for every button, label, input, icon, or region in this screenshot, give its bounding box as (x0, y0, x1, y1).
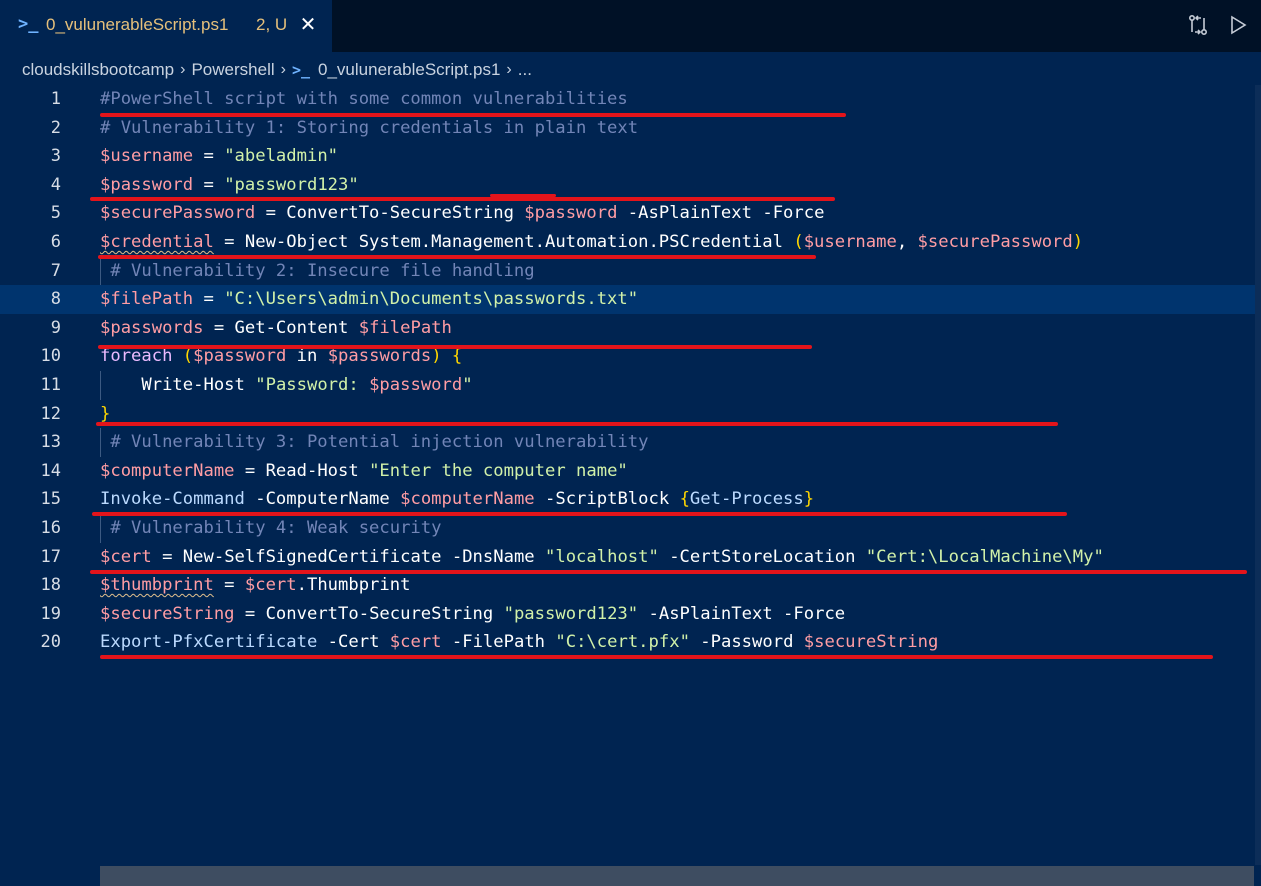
code-text: # Vulnerability 2: Insecure file handlin… (100, 260, 535, 281)
breadcrumb-item[interactable]: 0_vulunerableScript.ps1 (318, 60, 500, 80)
line-number: 18 (40, 575, 61, 596)
breadcrumb-item[interactable]: cloudskillsbootcamp (22, 60, 174, 80)
code-text: $passwords = Get-Content $filePath (100, 317, 452, 338)
close-icon[interactable]: ✕ (299, 13, 317, 35)
annotation-underline (100, 655, 1213, 659)
line-number: 3 (50, 146, 61, 167)
code-text: $computerName = Read-Host "Enter the com… (100, 460, 628, 481)
breadcrumb-item[interactable]: ... (518, 60, 532, 80)
line-number: 17 (40, 546, 61, 567)
code-line[interactable]: 15 Invoke-Command -ComputerName $computer… (0, 485, 1258, 514)
editor-tab[interactable]: >_ 0_vulunerableScript.ps1 2, U ✕ (0, 0, 332, 52)
git-compare-icon[interactable] (1185, 12, 1211, 38)
line-number: 11 (40, 375, 61, 395)
code-text: $username = "abeladmin" (100, 146, 339, 167)
breadcrumb-item[interactable]: Powershell (191, 60, 274, 80)
code-text: #PowerShell script with some common vuln… (100, 89, 628, 109)
code-line[interactable]: 3 $username = "abeladmin" (0, 142, 1258, 171)
run-play-icon[interactable] (1225, 12, 1251, 38)
line-number: 9 (50, 317, 61, 338)
code-text: Export-PfxCertificate -Cert $cert -FileP… (100, 632, 939, 653)
code-line[interactable]: 18 $thumbprint = $cert.Thumbprint (0, 571, 1258, 600)
code-text: $thumbprint = $cert.Thumbprint (100, 575, 411, 596)
chevron-right-icon: › (180, 61, 186, 78)
code-line[interactable]: 4 $password = "password123" (0, 171, 1258, 200)
tab-problem-badge: 2, U (256, 15, 288, 34)
line-number: 19 (40, 603, 61, 624)
line-number: 1 (50, 89, 61, 109)
code-line[interactable]: 19 $secureString = ConvertTo-SecureString… (0, 600, 1258, 629)
tab-bar: >_ 0_vulunerableScript.ps1 2, U ✕ (0, 0, 1261, 52)
code-line[interactable]: 13 # Vulnerability 3: Potential injectio… (0, 428, 1258, 457)
powershell-icon: >_ (18, 14, 39, 34)
annotation-underline (490, 194, 556, 197)
powershell-icon: >_ (291, 61, 311, 79)
code-text: $credential = New-Object System.Manageme… (100, 232, 1084, 252)
line-number: 6 (50, 232, 61, 252)
annotation-underline (90, 197, 835, 201)
breadcrumb: cloudskillsbootcamp › Powershell › >_ 0_… (22, 57, 532, 83)
code-line[interactable]: 2 # Vulnerability 1: Storing credentials … (0, 114, 1258, 143)
line-number: 10 (40, 346, 61, 367)
code-text: $password = "password123" (100, 174, 359, 195)
code-text: Write-Host "Password: $password" (100, 375, 473, 395)
code-text: $securePassword = ConvertTo-SecureString… (100, 203, 825, 224)
code-line[interactable]: 1 #PowerShell script with some common vul… (0, 85, 1258, 114)
line-number: 7 (50, 260, 61, 281)
code-line[interactable]: 7 # Vulnerability 2: Insecure file handl… (0, 256, 1258, 286)
code-line[interactable]: 17 $cert = New-SelfSignedCertificate -Dns… (0, 543, 1258, 572)
annotation-underline (96, 422, 1058, 426)
tab-title: 0_vulunerableScript.ps1 (46, 15, 229, 34)
code-text: # Vulnerability 4: Weak security (100, 518, 442, 538)
code-line[interactable]: 8 $filePath = "C:\Users\admin\Documents\p… (0, 285, 1258, 314)
chevron-right-icon: › (506, 61, 512, 78)
line-number: 12 (40, 403, 61, 424)
annotation-underline (90, 570, 1247, 574)
annotation-underline (92, 512, 1067, 516)
line-number: 13 (40, 432, 61, 453)
chevron-right-icon: › (280, 61, 286, 78)
annotation-underline (98, 345, 812, 349)
line-number: 2 (50, 117, 61, 138)
code-text: $filePath = "C:\Users\admin\Documents\pa… (100, 289, 639, 310)
code-text: $secureString = ConvertTo-SecureString "… (100, 603, 846, 624)
code-line[interactable]: 20 Export-PfxCertificate -Cert $cert -Fil… (0, 628, 1258, 657)
code-text: # Vulnerability 3: Potential injection v… (100, 432, 649, 453)
annotation-underline (100, 113, 846, 117)
line-number: 5 (50, 203, 61, 224)
code-line[interactable]: 11 Write-Host "Password: $password" (0, 371, 1258, 400)
code-line[interactable]: 16 # Vulnerability 4: Weak security (0, 514, 1258, 543)
line-number: 4 (50, 174, 61, 195)
code-line[interactable]: 9 $passwords = Get-Content $filePath (0, 314, 1258, 343)
horizontal-scrollbar[interactable] (100, 866, 1254, 886)
code-line[interactable]: 14 $computerName = Read-Host "Enter the c… (0, 457, 1258, 486)
line-number: 20 (40, 632, 61, 653)
annotation-underline (98, 255, 816, 259)
line-number: 15 (40, 489, 61, 510)
code-text: Invoke-Command -ComputerName $computerNa… (100, 489, 815, 510)
editor-actions (1185, 12, 1251, 38)
line-number: 16 (40, 518, 61, 538)
line-number: 8 (50, 289, 61, 310)
code-line[interactable]: 6 $credential = New-Object System.Managem… (0, 228, 1258, 257)
line-number: 14 (40, 460, 61, 481)
code-line[interactable]: 5 $securePassword = ConvertTo-SecureStrin… (0, 199, 1258, 228)
code-text: # Vulnerability 1: Storing credentials i… (100, 117, 639, 138)
code-text: $cert = New-SelfSignedCertificate -DnsNa… (100, 546, 1104, 567)
code-editor[interactable]: 1 #PowerShell script with some common vul… (0, 85, 1261, 865)
vertical-scrollbar[interactable] (1255, 85, 1261, 865)
